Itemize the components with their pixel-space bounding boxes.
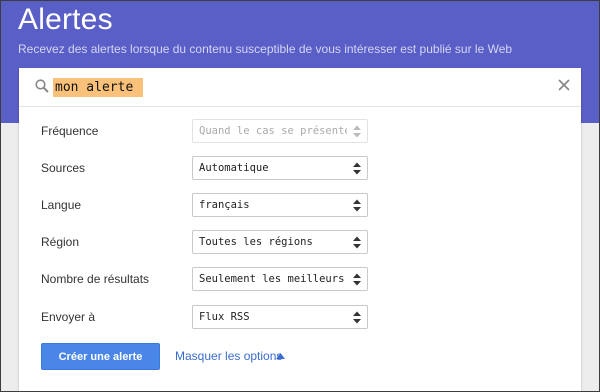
frequency-select[interactable]: Quand le cas se présente <box>192 119 368 143</box>
alert-query-input[interactable] <box>53 78 143 97</box>
sources-select[interactable]: Automatique <box>192 156 368 180</box>
caret-up-icon[interactable] <box>276 353 285 359</box>
search-icon <box>35 79 49 93</box>
region-value: Toutes les régions <box>199 236 313 248</box>
sources-value: Automatique <box>199 162 269 174</box>
page-title: Alertes <box>18 3 113 36</box>
updown-icon <box>353 162 361 175</box>
frequency-value: Quand le cas se présente <box>199 125 347 137</box>
deliver-to-label: Envoyer à <box>41 310 96 324</box>
option-row-region: Région Toutes les régions <box>19 230 581 256</box>
option-row-deliver-to: Envoyer à Flux RSS <box>19 305 581 331</box>
sources-label: Sources <box>41 161 86 175</box>
updown-icon <box>353 311 361 324</box>
page-subtitle: Recevez des alertes lorsque du contenu s… <box>18 42 513 56</box>
alerts-window: Alertes Recevez des alertes lorsque du c… <box>0 0 600 392</box>
updown-icon <box>353 236 361 249</box>
alert-form-card: Fréquence Quand le cas se présente Sourc… <box>19 68 581 391</box>
updown-icon <box>353 199 361 212</box>
frequency-label: Fréquence <box>41 124 99 138</box>
option-row-frequency: Fréquence Quand le cas se présente <box>19 119 581 145</box>
option-row-sources: Sources Automatique <box>19 156 581 182</box>
results-count-label: Nombre de résultats <box>41 272 150 286</box>
option-row-results-count: Nombre de résultats Seulement les meille… <box>19 267 581 293</box>
results-count-value: Seulement les meilleurs résul <box>199 273 347 285</box>
region-select[interactable]: Toutes les régions <box>192 230 368 254</box>
option-row-language: Langue français <box>19 193 581 219</box>
search-bar <box>19 68 581 107</box>
close-icon[interactable] <box>557 78 571 92</box>
updown-icon <box>353 273 361 286</box>
language-value: français <box>199 199 250 211</box>
deliver-to-value: Flux RSS <box>199 311 250 323</box>
results-count-select[interactable]: Seulement les meilleurs résul <box>192 267 368 291</box>
region-label: Région <box>41 235 80 249</box>
language-select[interactable]: français <box>192 193 368 217</box>
language-label: Langue <box>41 198 82 212</box>
create-alert-button[interactable]: Créer une alerte <box>41 343 160 370</box>
deliver-to-select[interactable]: Flux RSS <box>192 305 368 329</box>
updown-icon <box>353 125 361 138</box>
hide-options-link[interactable]: Masquer les options <box>175 349 282 363</box>
